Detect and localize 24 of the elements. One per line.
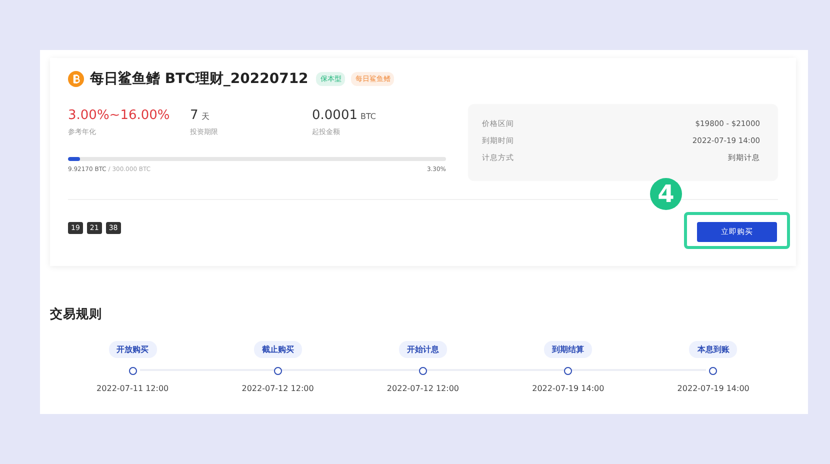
stat-value: 3.00%~16.00%	[68, 108, 170, 123]
step-time: 2022-07-11 12:00	[96, 384, 169, 393]
stat-value: 7	[190, 108, 198, 123]
timeline-dot	[564, 367, 572, 375]
timeline-dot	[274, 367, 282, 375]
step-time: 2022-07-19 14:00	[677, 384, 750, 393]
step-label: 截止购买	[254, 341, 302, 358]
bitcoin-icon	[68, 71, 84, 87]
stat-unit: 天	[201, 111, 210, 122]
step-time: 2022-07-12 12:00	[386, 384, 460, 393]
step-label: 开放购买	[108, 341, 157, 358]
step-label: 开始计息	[398, 341, 447, 358]
product-title: 每日鲨鱼鳍 BTC理财_20220712	[90, 70, 308, 88]
stat-value: 0.0001	[312, 108, 358, 123]
stat-unit: BTC	[360, 112, 376, 121]
section-title: 交易规则	[50, 306, 103, 323]
step-label: 到期结算	[544, 341, 592, 358]
step-time: 2022-07-12 12:00	[242, 384, 314, 393]
step-time: 2022-07-19 14:00	[532, 384, 604, 393]
step-badge: 4	[650, 178, 682, 210]
timeline-dot	[709, 367, 718, 375]
step-label: 本息到账	[689, 341, 738, 358]
timeline-dot	[128, 367, 137, 375]
timeline-dot	[418, 367, 427, 375]
